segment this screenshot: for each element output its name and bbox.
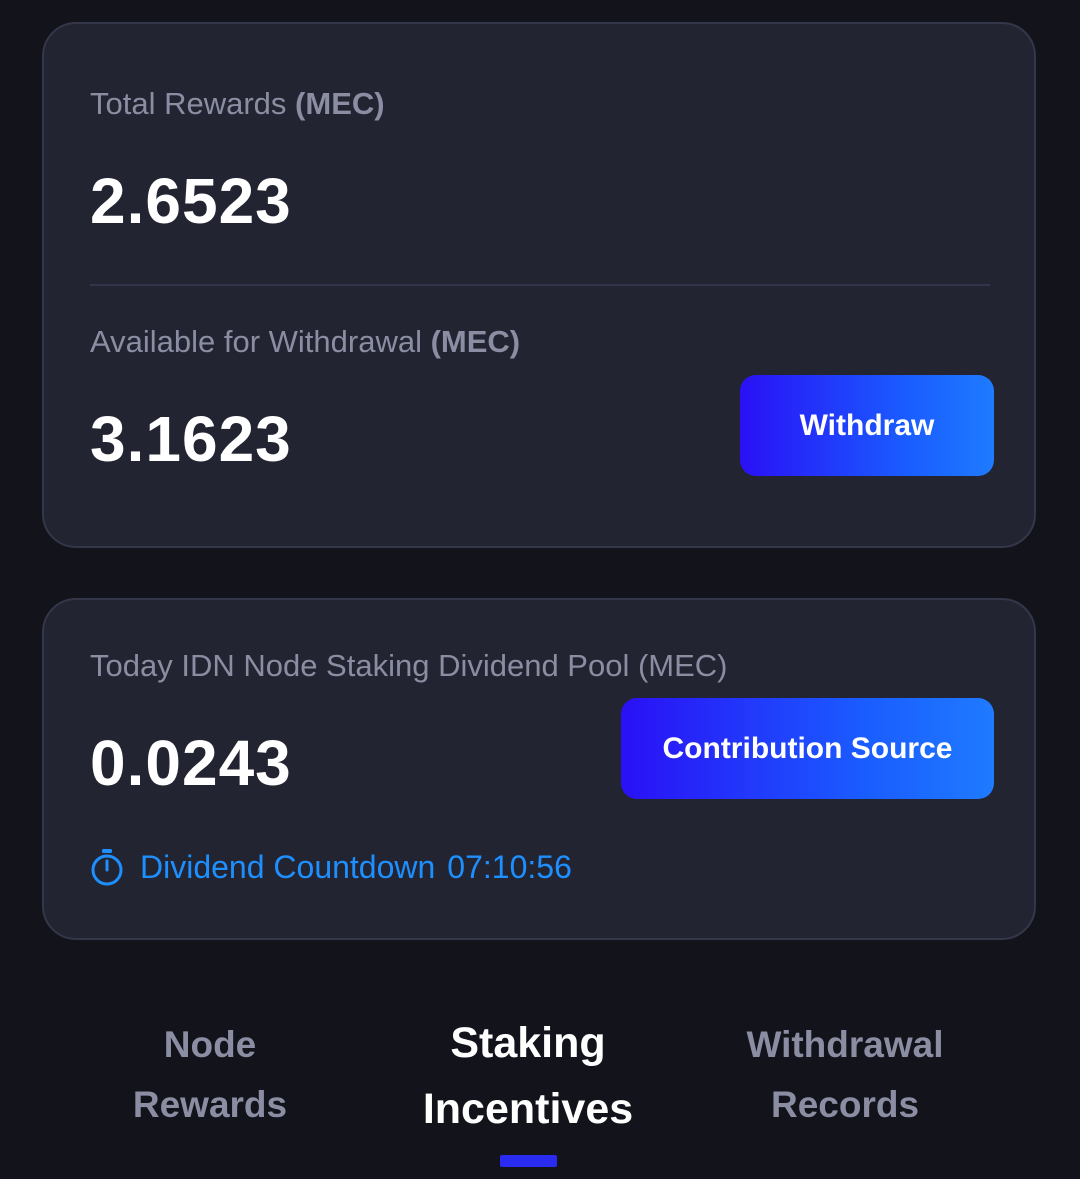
dividend-countdown: Dividend Countdown 07:10:56 [90,848,572,886]
tab-staking-incentives-line1: Staking [450,1019,606,1067]
tab-withdrawal-records-line2: Records [770,1084,920,1125]
total-rewards-unit: (MEC) [295,86,385,121]
available-withdrawal-label: Available for Withdrawal (MEC) [90,324,520,360]
tab-withdrawal-records[interactable]: Withdrawal Records [705,1015,985,1135]
tab-node-rewards[interactable]: Node Rewards [70,1015,350,1135]
card-divider [90,284,990,286]
active-tab-indicator [500,1155,557,1167]
total-rewards-label: Total Rewards (MEC) [90,86,385,122]
tab-node-rewards-line1: Node [163,1024,257,1065]
dividend-pool-label: Today IDN Node Staking Dividend Pool (ME… [90,648,728,683]
contribution-source-button[interactable]: Contribution Source [621,698,994,799]
tab-staking-incentives[interactable]: Staking Incentives [378,1010,678,1142]
tab-bar: Node Rewards Staking Incentives Withdraw… [0,1010,1080,1179]
dividend-pool-value: 0.0243 [90,727,292,799]
tab-withdrawal-records-line1: Withdrawal [746,1024,944,1065]
stopwatch-icon [91,849,123,886]
dividend-pool-card: Today IDN Node Staking Dividend Pool (ME… [42,598,1036,940]
countdown-time: 07:10:56 [447,848,572,885]
available-withdrawal-unit: (MEC) [430,324,521,359]
total-rewards-label-text: Total Rewards [90,86,287,121]
withdraw-button[interactable]: Withdraw [740,375,994,476]
available-withdrawal-value: 3.1623 [90,403,292,475]
countdown-label: Dividend Countdown [140,848,436,885]
rewards-card: Total Rewards (MEC) 2.6523 Available for… [42,22,1036,548]
tab-node-rewards-line2: Rewards [132,1084,288,1125]
tab-staking-incentives-line2: Incentives [422,1085,634,1133]
available-withdrawal-label-text: Available for Withdrawal [90,324,422,359]
total-rewards-value: 2.6523 [90,165,292,237]
